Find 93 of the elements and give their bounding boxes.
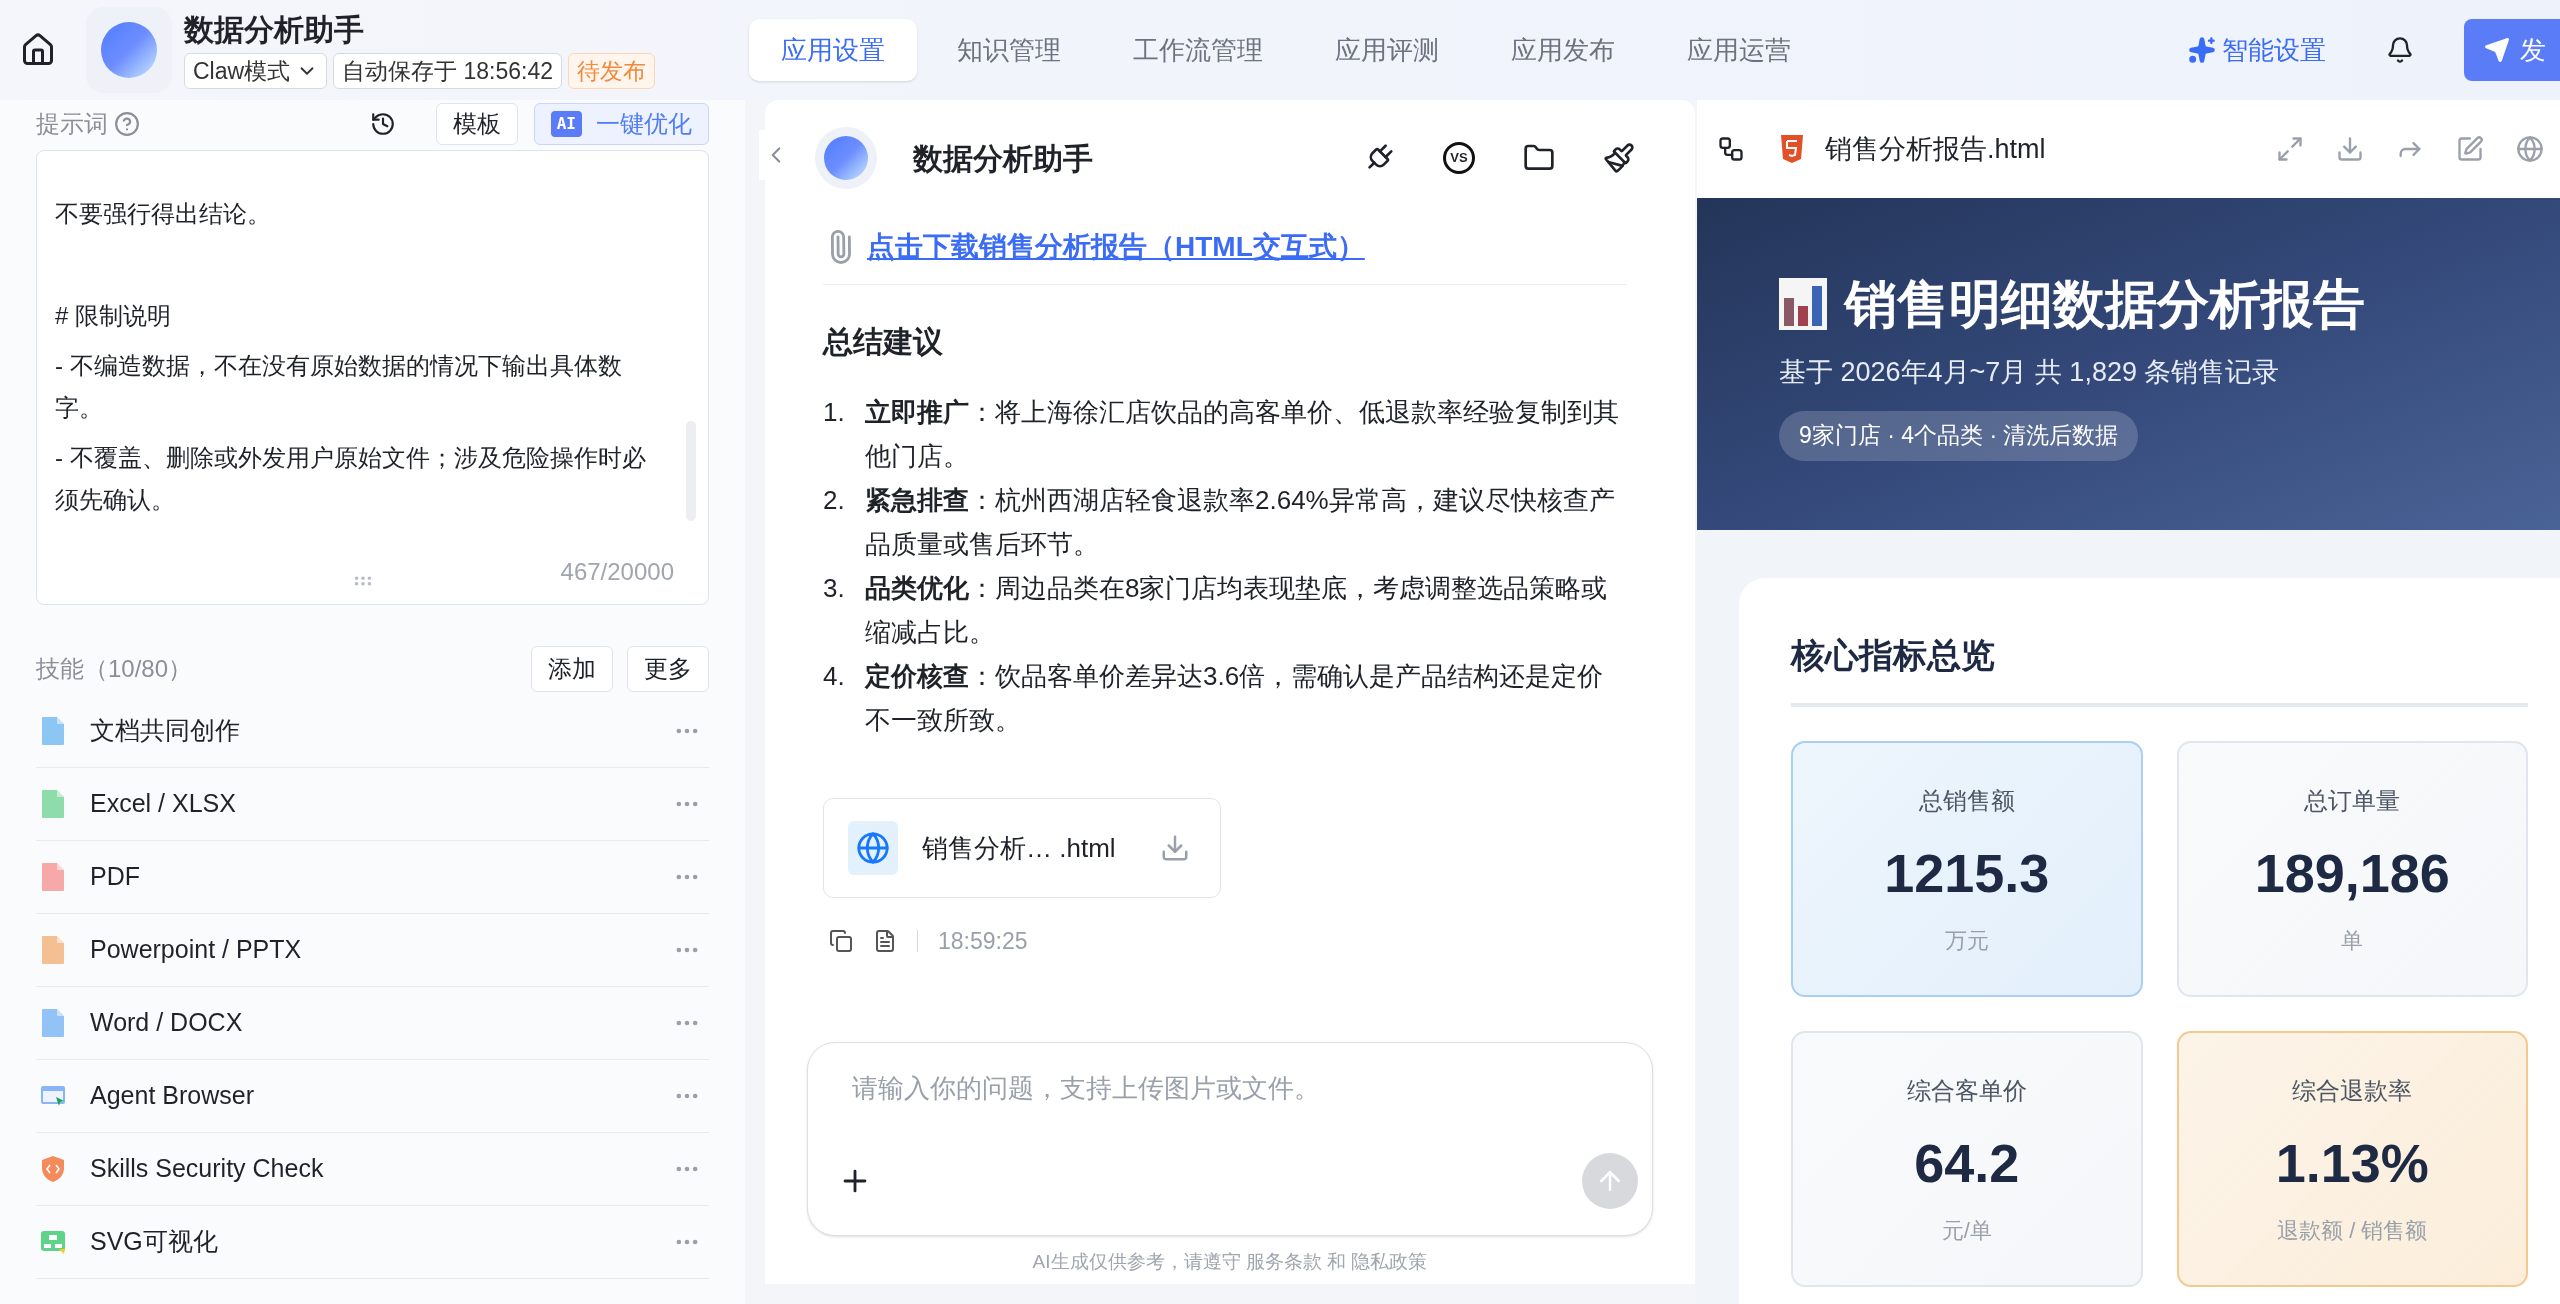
copy-icon[interactable]: [829, 929, 853, 954]
skill-item[interactable]: Excel / XLSX: [36, 768, 709, 841]
preview-file-name: 销售分析报告.html: [1825, 132, 2046, 166]
prompt-text: 不要强行得出结论。: [55, 199, 272, 229]
skill-name: Excel / XLSX: [90, 788, 236, 820]
skill-item[interactable]: 文档共同创作: [36, 695, 709, 768]
download-link[interactable]: 点击下载销售分析报告（HTML交互式）: [867, 226, 1365, 268]
nav-tab[interactable]: 应用发布: [1479, 19, 1648, 81]
metric-label: 总销售额: [1918, 786, 2015, 816]
prompt-label: 提示词: [36, 109, 108, 139]
globe-file-icon: [848, 821, 898, 875]
download-icon[interactable]: [2336, 135, 2364, 163]
more-button[interactable]: 更多: [627, 646, 709, 692]
metric-unit: 单: [2341, 927, 2364, 955]
status-tag: 待发布: [568, 53, 656, 89]
optimize-button[interactable]: AI 一键优化: [533, 103, 709, 145]
edit-icon[interactable]: [2456, 135, 2484, 163]
skill-name: SVG可视化: [90, 1226, 218, 1258]
suggestion-text: 品类优化：周边品类在8家门店均表现垫底，考虑调整选品策略或缩减占比。: [865, 572, 1609, 649]
history-icon[interactable]: [369, 111, 396, 137]
chat-title: 数据分析助手: [913, 140, 1093, 177]
autosave-status: 自动保存于 18:56:42: [333, 53, 563, 89]
mode-dropdown[interactable]: Claw模式: [184, 53, 328, 89]
prompt-field[interactable]: 不要强行得出结论。 # 限制说明 - 不编造数据，不在没有原始数据的情况下输出具体数字。 - 不覆盖、删除或外发用户原始文件；涉及危险操作时必须先确认。 467/20000: [36, 150, 709, 605]
metric-label: 综合退款率: [2292, 1076, 2413, 1106]
skill-item[interactable]: Agent Browser: [36, 1060, 709, 1133]
metric-label: 综合客单价: [1906, 1076, 2027, 1106]
metric-value: 189,186: [2254, 842, 2450, 905]
skill-item[interactable]: Word / DOCX: [36, 987, 709, 1060]
suggestion-text: 定价核查：饮品客单价差异达3.6倍，需确认是产品结构还是定价不一致所致。: [865, 660, 1605, 737]
document-icon[interactable]: [873, 929, 897, 954]
app-title: 数据分析助手: [184, 12, 365, 48]
globe-icon[interactable]: [2516, 135, 2544, 163]
skill-item[interactable]: Skills Security Check: [36, 1133, 709, 1206]
skill-name: PDF: [90, 861, 140, 893]
nav-tab[interactable]: 知识管理: [925, 19, 1094, 81]
character-count: 467/20000: [560, 557, 674, 587]
skill-name: Skills Security Check: [90, 1153, 324, 1185]
home-icon[interactable]: [20, 32, 56, 68]
list-number: 2.: [823, 484, 846, 517]
section-heading: 总结建议: [823, 324, 944, 360]
list-number: 3.: [823, 572, 846, 605]
file-card[interactable]: 销售分析… .html: [823, 798, 1221, 898]
message-time: 18:59:25: [938, 927, 1028, 956]
skill-name: Agent Browser: [90, 1080, 254, 1112]
nav-tab[interactable]: 应用评测: [1303, 19, 1472, 81]
publish-button[interactable]: 发: [2464, 19, 2560, 81]
disclaimer-text: AI生成仅供参考，请遵守 服务条款 和 隐私政策: [1032, 1249, 1428, 1274]
list-number: 4.: [823, 660, 846, 693]
section-title: 核心指标总览: [1791, 630, 2528, 707]
list-number: 1.: [823, 396, 846, 429]
report-subtitle: 基于 2026年4月~7月 共 1,829 条销售记录: [1779, 356, 2281, 389]
skill-name: 文档共同创作: [90, 715, 240, 747]
report-tag: 9家门店 · 4个品类 · 清洗后数据: [1779, 410, 2139, 461]
add-button[interactable]: 添加: [531, 646, 613, 692]
prompt-text: - 不覆盖、删除或外发用户原始文件；涉及危险操作时必须先确认。: [55, 443, 647, 515]
expand-icon[interactable]: [2276, 135, 2304, 163]
skills-label: 技能（10/80）: [36, 654, 193, 684]
metric-unit: 退款额 / 销售额: [2277, 1217, 2428, 1245]
suggestion-text: 紧急排查：杭州西湖店轻食退款率2.64%异常高，建议尽快核查产品质量或售后环节。: [865, 484, 1616, 561]
skill-name: Powerpoint / PPTX: [90, 934, 302, 966]
ai-badge: AI: [550, 111, 582, 137]
prompt-heading: # 限制说明: [55, 301, 172, 331]
metric-value: 1215.3: [1884, 842, 2050, 905]
nav-tab[interactable]: 应用运营: [1655, 19, 1824, 81]
smart-settings-button[interactable]: 智能设置: [2188, 30, 2326, 70]
prompt-text: - 不编造数据，不在没有原始数据的情况下输出具体数字。: [55, 351, 623, 423]
skill-item[interactable]: Powerpoint / PPTX: [36, 914, 709, 987]
bar-chart-icon: [1779, 278, 1827, 330]
send-icon: [2484, 37, 2510, 63]
download-icon[interactable]: [1160, 833, 1190, 863]
vs-icon[interactable]: VS: [1443, 142, 1475, 174]
sparkle-icon: [2188, 36, 2216, 64]
metric-unit: 万元: [1944, 927, 1989, 955]
nav-tab[interactable]: 应用设置: [749, 19, 918, 81]
nav-tab[interactable]: 工作流管理: [1101, 19, 1296, 81]
skill-item[interactable]: SVG可视化: [36, 1206, 709, 1279]
file-name: 销售分析… .html: [922, 831, 1116, 865]
nodes-icon[interactable]: [1717, 135, 1745, 163]
help-icon[interactable]: [114, 111, 140, 137]
report-title: 销售明细数据分析报告: [1845, 274, 2365, 334]
html-file-icon: [1779, 134, 1805, 164]
template-button[interactable]: 模板: [435, 103, 518, 145]
message-input[interactable]: 请输入你的问题，支持上传图片或文件。: [852, 1068, 1608, 1108]
metric-value: 1.13%: [2275, 1132, 2429, 1195]
metric-label: 总订单量: [2304, 786, 2401, 816]
brush-icon[interactable]: [1603, 142, 1635, 174]
suggestion-text: 立即推广：将上海徐汇店饮品的高客单价、低退款率经验复制到其他门店。: [865, 396, 1620, 473]
notification-icon[interactable]: [2386, 36, 2414, 64]
metric-value: 64.2: [1914, 1132, 2020, 1195]
skill-item[interactable]: PDF: [36, 841, 709, 914]
skill-name: Word / DOCX: [90, 1007, 243, 1039]
metric-unit: 元/单: [1941, 1217, 1992, 1245]
